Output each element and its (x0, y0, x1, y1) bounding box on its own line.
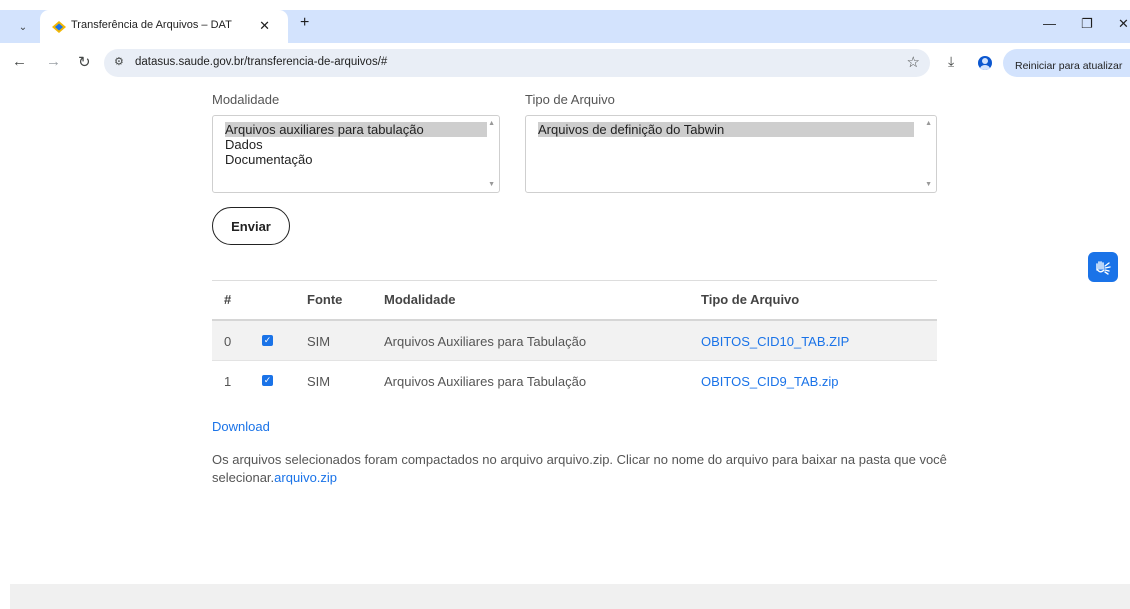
scroll-up-icon[interactable]: ▲ (925, 120, 932, 127)
bookmark-star-icon[interactable]: ☆ (907, 53, 920, 71)
browser-window: ⌄ Transferência de Arquivos – DAT ✕ + — … (0, 0, 1130, 609)
back-icon[interactable]: ← (12, 53, 27, 70)
modalidade-option[interactable]: Arquivos auxiliares para tabulação (225, 122, 487, 137)
arquivo-zip-link[interactable]: arquivo.zip (274, 470, 337, 485)
compressed-info-text: Os arquivos selecionados foram compactad… (212, 451, 952, 487)
modalidade-label: Modalidade (212, 92, 280, 107)
scroll-down-icon[interactable]: ▼ (488, 181, 495, 188)
window-close-icon[interactable]: ✕ (1118, 16, 1129, 32)
url-text[interactable]: datasus.saude.gov.br/transferencia-de-ar… (135, 56, 387, 68)
scroll-down-icon[interactable]: ▼ (925, 181, 932, 188)
modalidade-option[interactable]: Documentação (225, 152, 312, 167)
reload-icon[interactable]: ↻ (78, 53, 91, 71)
row-modalidade: Arquivos Auxiliares para Tabulação (384, 374, 587, 389)
modalidade-option[interactable]: Dados (225, 137, 263, 152)
modalidade-listbox[interactable]: Arquivos auxiliares para tabulação Dados… (212, 115, 500, 193)
tipo-arquivo-option[interactable]: Arquivos de definição do Tabwin (538, 122, 914, 137)
page-content: Modalidade Arquivos auxiliares para tabu… (0, 83, 1130, 609)
column-header-tipo-arquivo: Tipo de Arquivo (701, 292, 800, 307)
column-header-index: # (224, 292, 232, 307)
row-index: 1 (224, 374, 232, 389)
row-fonte: SIM (307, 334, 331, 349)
forward-icon[interactable]: → (46, 53, 61, 70)
site-info-icon[interactable]: ⚙ (114, 55, 124, 68)
new-tab-button[interactable]: + (300, 14, 309, 32)
tipo-arquivo-label: Tipo de Arquivo (525, 92, 615, 107)
table-row: 0 ✓ SIM Arquivos Auxiliares para Tabulaç… (212, 321, 937, 361)
download-link[interactable]: Download (212, 419, 270, 434)
browser-toolbar: ← → ↻ ⚙ datasus.saude.gov.br/transferenc… (0, 43, 1130, 83)
scroll-up-icon[interactable]: ▲ (488, 120, 495, 127)
row-checkbox[interactable]: ✓ (262, 335, 273, 346)
file-link[interactable]: OBITOS_CID9_TAB.zip (701, 374, 839, 389)
download-icon[interactable]: ⤓ (948, 53, 954, 70)
vlibras-accessibility-button[interactable] (1088, 252, 1118, 282)
tab-close-icon[interactable]: ✕ (259, 18, 270, 34)
maximize-icon[interactable]: ❐ (1081, 16, 1093, 32)
footer (10, 584, 1130, 609)
tab-title: Transferência de Arquivos – DAT (71, 19, 232, 31)
tab-search-icon[interactable]: ⌄ (14, 18, 32, 36)
row-modalidade: Arquivos Auxiliares para Tabulação (384, 334, 587, 349)
row-checkbox[interactable]: ✓ (262, 375, 273, 386)
sign-language-hands-icon (1096, 261, 1111, 275)
address-bar[interactable]: ⚙ datasus.saude.gov.br/transferencia-de-… (104, 49, 930, 77)
tipo-arquivo-listbox[interactable]: Arquivos de definição do Tabwin ▲ ▼ (525, 115, 937, 193)
table-row: 1 ✓ SIM Arquivos Auxiliares para Tabulaç… (212, 361, 937, 401)
column-header-fonte: Fonte (307, 292, 343, 307)
restart-to-update-button[interactable]: Reiniciar para atualizar ⋮ (1003, 49, 1130, 77)
column-header-modalidade: Modalidade (384, 292, 456, 307)
active-tab[interactable]: Transferência de Arquivos – DAT ✕ (40, 10, 288, 43)
minimize-icon[interactable]: — (1043, 16, 1056, 31)
file-link[interactable]: OBITOS_CID10_TAB.ZIP (701, 334, 849, 349)
profile-avatar-icon[interactable] (978, 56, 992, 70)
row-index: 0 (224, 334, 232, 349)
row-fonte: SIM (307, 374, 331, 389)
restart-to-update-label: Reiniciar para atualizar (1015, 60, 1123, 72)
enviar-button[interactable]: Enviar (212, 207, 290, 245)
tab-strip: ⌄ Transferência de Arquivos – DAT ✕ + — … (0, 0, 1130, 43)
datasus-favicon-icon (52, 21, 66, 33)
